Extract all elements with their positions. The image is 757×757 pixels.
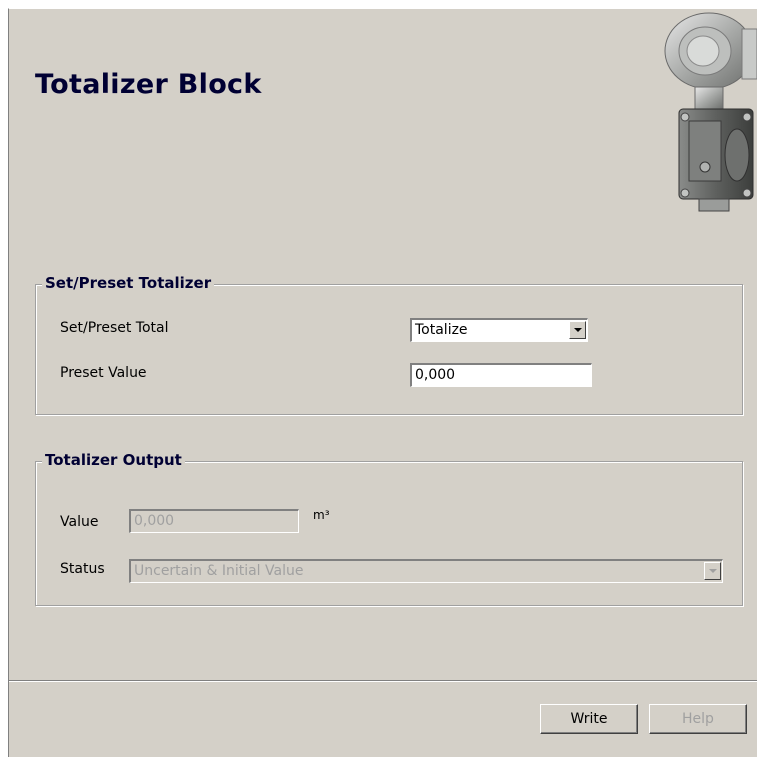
preset-value-label: Preset Value [60,365,147,381]
set-preset-totalizer-group: Set/Preset Totalizer Set/Preset Total To… [35,274,743,415]
chevron-down-icon[interactable] [569,321,586,339]
set-preset-total-dropdown[interactable]: Totalize [410,318,588,342]
help-button[interactable]: Help [649,704,747,734]
page-title: Totalizer Block [35,69,262,100]
pressure-transmitter-icon [637,9,757,214]
output-value-label: Value [60,514,99,530]
totalizer-panel: Totalizer Block Set/Preset Totalizer Set… [8,8,757,757]
set-preset-total-value: Totalize [415,322,468,338]
footer-separator [9,680,757,682]
status-label: Status [60,561,105,577]
totalizer-output-legend: Totalizer Output [42,451,185,469]
preset-value-input[interactable]: 0,000 [410,363,592,387]
unit-label: m³ [313,508,330,522]
set-preset-totalizer-legend: Set/Preset Totalizer [42,274,215,292]
set-preset-total-label: Set/Preset Total [60,320,169,336]
status-value: Uncertain & Initial Value [134,563,304,579]
totalizer-output-group: Totalizer Output Value 0,000 m³ Status U… [35,451,743,606]
status-dropdown: Uncertain & Initial Value [129,559,723,583]
output-value-field: 0,000 [129,509,299,533]
write-button[interactable]: Write [540,704,638,734]
chevron-down-icon [704,562,721,580]
